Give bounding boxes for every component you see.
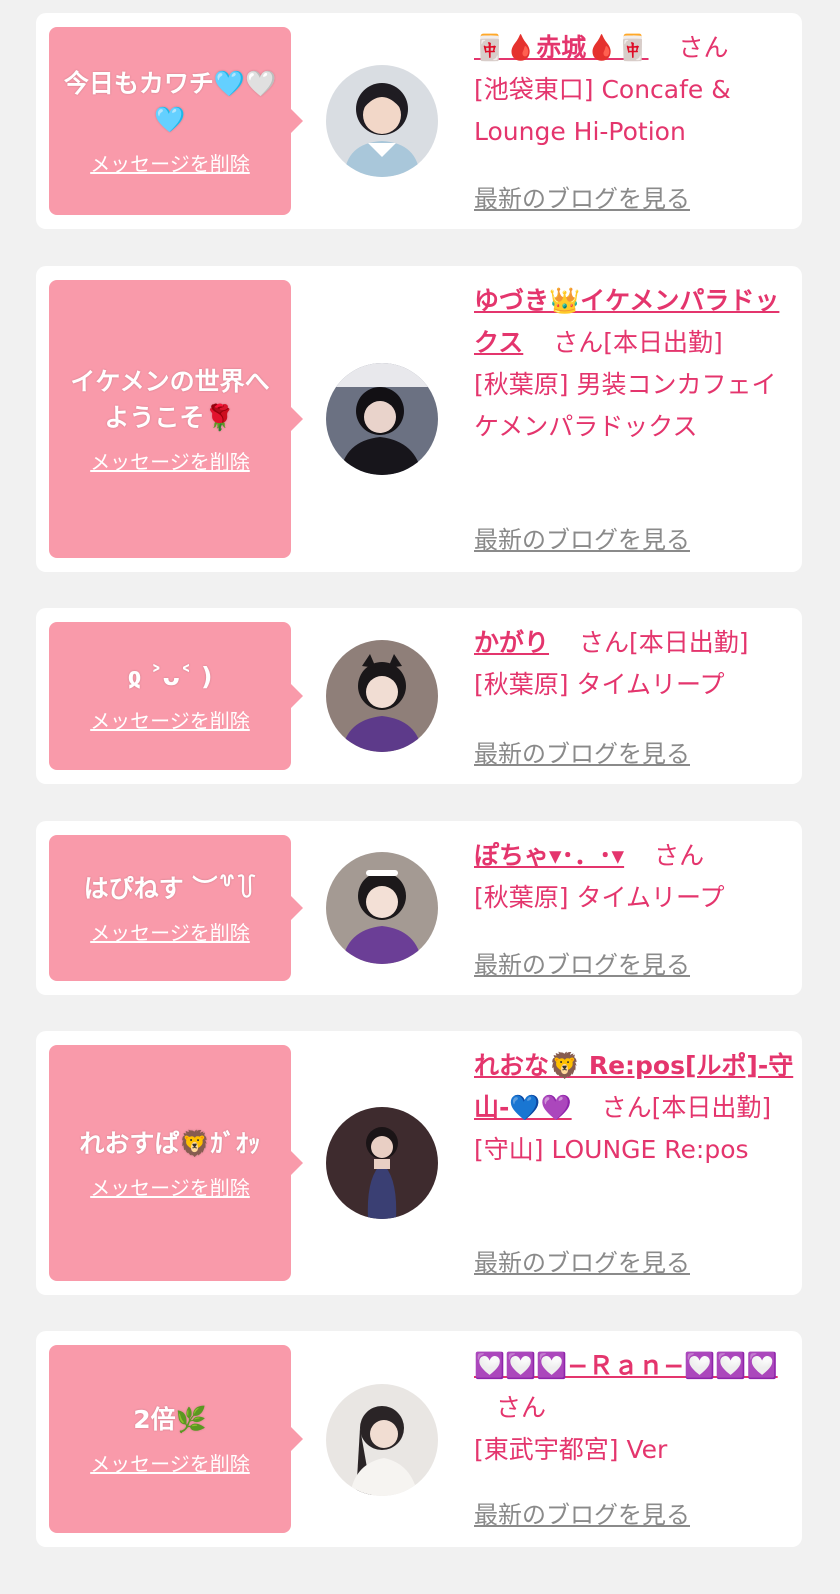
message-text: ჲ ˃ᴗ˂ ): [127, 661, 213, 691]
shop-name: [秋葉原] タイムリープ: [474, 670, 725, 699]
message-bubble: はぴねす ︶꒷꒦ メッセージを削除: [49, 835, 303, 981]
working-status: [本日出勤]: [651, 1093, 772, 1122]
shop-name: [池袋東口] Concafe & Lounge Hi-Potion: [474, 75, 731, 146]
cast-info: ぽちゃ▾･．･▾ さん [秋葉原] タイムリープ: [474, 835, 794, 919]
latest-blog-link[interactable]: 最新のブログを見る: [474, 945, 690, 980]
honorific: さん: [578, 628, 629, 657]
avatar[interactable]: [326, 640, 438, 752]
honorific: さん: [654, 841, 705, 870]
latest-blog-link[interactable]: 最新のブログを見る: [474, 179, 690, 214]
shop-name: [秋葉原] タイムリープ: [474, 883, 725, 912]
message-bubble: 今日もカワチ🩵🤍🩵 メッセージを削除: [49, 27, 303, 215]
cast-name-link[interactable]: かがり: [474, 628, 549, 657]
honorific: さん: [496, 1393, 547, 1422]
latest-blog-link[interactable]: 最新のブログを見る: [474, 520, 690, 555]
message-bubble: ჲ ˃ᴗ˂ ) メッセージを削除: [49, 622, 303, 770]
latest-blog-link[interactable]: 最新のブログを見る: [474, 1243, 690, 1278]
message-card: れおすぱ🦁ｶﾞｵｯ メッセージを削除 れおな🦁 Re:pos[ルポ]-守山-💙💜…: [36, 1031, 802, 1295]
message-text: イケメンの世界へようこそ🌹: [70, 366, 270, 432]
cast-name-link[interactable]: 💟💟💟−Ｒａｎ−💟💟💟: [474, 1351, 778, 1380]
cast-info: ゆづき👑イケメンパラドックス さん[本日出勤] [秋葉原] 男装コンカフェイケメ…: [474, 280, 794, 448]
honorific: さん: [601, 1093, 652, 1122]
avatar[interactable]: [326, 65, 438, 177]
avatar[interactable]: [326, 1107, 438, 1219]
message-card: イケメンの世界へようこそ🌹 メッセージを削除 ゆづき👑イケメンパラドックス さん…: [36, 266, 802, 572]
cast-name-link[interactable]: 🀄🩸赤城🩸🀄: [474, 33, 649, 62]
delete-message-link[interactable]: メッセージを削除: [90, 705, 250, 734]
shop-name: [東武宇都宮] Ver: [474, 1435, 668, 1464]
latest-blog-link[interactable]: 最新のブログを見る: [474, 1495, 690, 1530]
message-card: 2倍🌿 メッセージを削除 💟💟💟−Ｒａｎ−💟💟💟 さん [東武宇都宮] Ver …: [36, 1331, 802, 1547]
honorific: さん: [678, 33, 729, 62]
working-status: [本日出勤]: [603, 328, 723, 357]
message-text: 2倍🌿: [133, 1404, 207, 1434]
delete-message-link[interactable]: メッセージを削除: [90, 917, 250, 946]
cast-info: かがり さん[本日出勤] [秋葉原] タイムリープ: [474, 622, 794, 706]
shop-name: [守山] LOUNGE Re:pos: [474, 1135, 749, 1164]
latest-blog-link[interactable]: 最新のブログを見る: [474, 734, 690, 769]
cast-info: れおな🦁 Re:pos[ルポ]-守山-💙💜 さん[本日出勤] [守山] LOUN…: [474, 1045, 794, 1171]
message-card: ჲ ˃ᴗ˂ ) メッセージを削除 かがり さん[本日出勤] [秋葉原] タイムリ…: [36, 608, 802, 784]
message-text: はぴねす ︶꒷꒦: [83, 873, 257, 903]
avatar[interactable]: [326, 1384, 438, 1496]
cast-name-link[interactable]: ぽちゃ▾･．･▾: [474, 841, 624, 870]
avatar[interactable]: [326, 852, 438, 964]
message-card: はぴねす ︶꒷꒦ メッセージを削除 ぽちゃ▾･．･▾ さん [秋葉原] タイムリ…: [36, 821, 802, 995]
message-card: 今日もカワチ🩵🤍🩵 メッセージを削除 🀄🩸赤城🩸🀄 さん [池袋東口] Conc…: [36, 13, 802, 229]
message-bubble: れおすぱ🦁ｶﾞｵｯ メッセージを削除: [49, 1045, 303, 1281]
avatar[interactable]: [326, 363, 438, 475]
message-text: 今日もカワチ🩵🤍🩵: [63, 68, 277, 134]
cast-info: 💟💟💟−Ｒａｎ−💟💟💟 さん [東武宇都宮] Ver: [474, 1345, 794, 1471]
delete-message-link[interactable]: メッセージを削除: [90, 1172, 250, 1201]
delete-message-link[interactable]: メッセージを削除: [90, 446, 250, 475]
honorific: さん: [553, 328, 604, 357]
cast-info: 🀄🩸赤城🩸🀄 さん [池袋東口] Concafe & Lounge Hi-Pot…: [474, 27, 794, 153]
message-bubble: 2倍🌿 メッセージを削除: [49, 1345, 303, 1533]
delete-message-link[interactable]: メッセージを削除: [90, 1448, 250, 1477]
message-bubble: イケメンの世界へようこそ🌹 メッセージを削除: [49, 280, 303, 558]
delete-message-link[interactable]: メッセージを削除: [90, 148, 250, 177]
working-status: [本日出勤]: [628, 628, 749, 657]
message-text: れおすぱ🦁ｶﾞｵｯ: [79, 1128, 261, 1158]
shop-name: [秋葉原] 男装コンカフェイケメンパラドックス: [474, 370, 777, 441]
